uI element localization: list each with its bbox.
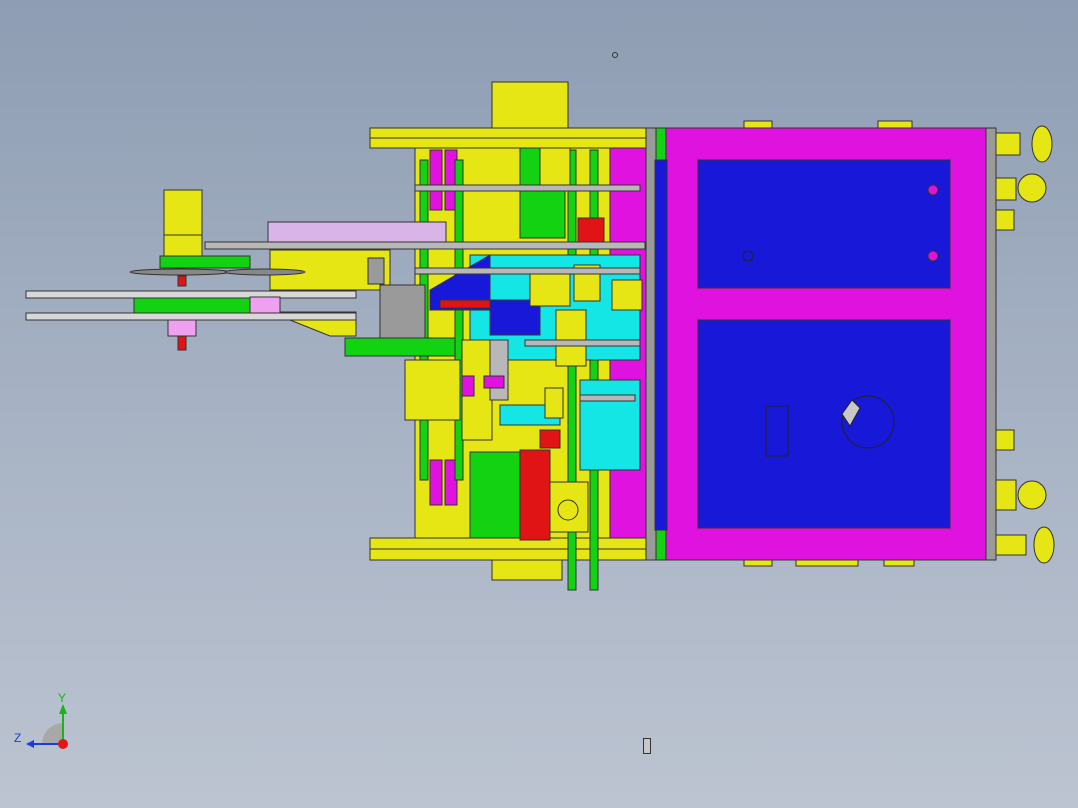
caster-wheels	[995, 125, 1055, 564]
conveyor-belt	[133, 297, 251, 314]
gray-cylinder	[379, 284, 426, 344]
small-component-icon	[643, 738, 651, 754]
conveyor-upper-rail	[25, 290, 357, 299]
conveyor-lower-rail	[25, 312, 357, 321]
lower-blue-panel	[697, 319, 951, 529]
top-yellow-block	[491, 81, 569, 133]
coordinate-triad-icon: Y Z	[14, 691, 68, 749]
green-block	[469, 451, 521, 539]
cad-viewport[interactable]: Y Z	[0, 0, 1078, 808]
assembly-drawing[interactable]: Y Z	[0, 0, 1078, 808]
upper-blue-panel	[697, 159, 951, 289]
origin-marker-icon	[612, 52, 618, 58]
light-purple-plate	[267, 221, 447, 243]
motor	[163, 189, 203, 236]
bottom-yellow-block	[491, 557, 563, 581]
triad-y-label: Y	[58, 691, 66, 705]
triad-z-label: Z	[14, 731, 21, 745]
